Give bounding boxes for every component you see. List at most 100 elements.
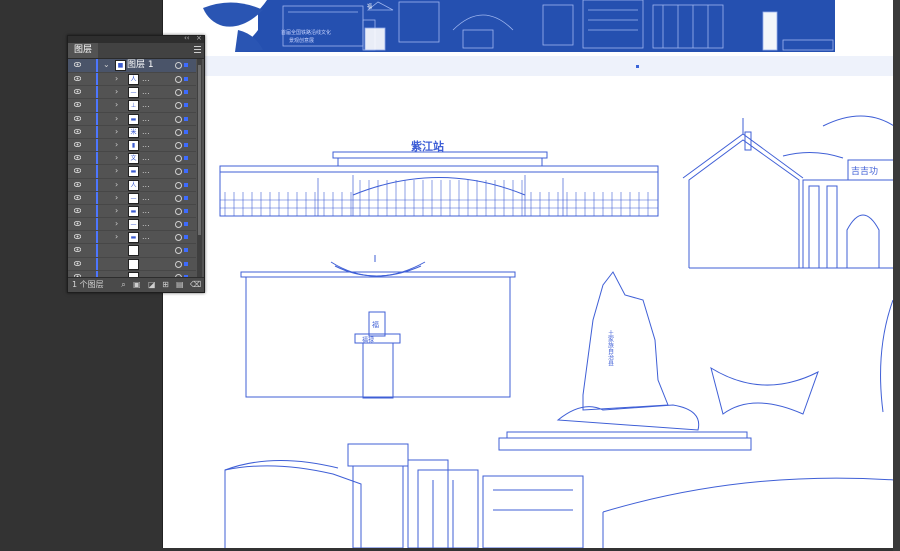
sublayer-row[interactable] — [68, 244, 196, 258]
sublayer-name[interactable]: ... — [142, 113, 150, 125]
sublayer-name[interactable]: ... — [142, 192, 150, 204]
selection-indicator[interactable] — [184, 142, 188, 147]
target-circle-icon[interactable] — [175, 76, 182, 83]
selection-indicator[interactable] — [184, 129, 188, 134]
chevron-right-icon[interactable]: › — [115, 113, 118, 125]
sublayer-row[interactable]: › —... — [68, 86, 196, 100]
selection-indicator[interactable] — [184, 248, 188, 253]
sublayer-row[interactable]: › ⊥... — [68, 99, 196, 113]
sublayer-row[interactable]: › ▮... — [68, 138, 196, 153]
sublayer-row[interactable]: › —... — [68, 218, 196, 232]
delete-icon[interactable]: ⌫ — [190, 281, 201, 289]
sublayer-name[interactable]: ... — [142, 205, 150, 217]
selection-indicator[interactable] — [184, 222, 188, 227]
clipping-mask-icon[interactable]: ◪ — [148, 281, 156, 289]
eye-icon[interactable] — [74, 168, 81, 174]
selection-indicator[interactable] — [184, 169, 188, 174]
eye-icon[interactable] — [74, 62, 81, 67]
selection-indicator[interactable] — [184, 208, 188, 213]
sublayer-row[interactable]: › 米... — [68, 125, 196, 139]
panel-menu-icon[interactable] — [194, 46, 201, 53]
new-layer-icon[interactable]: ▤ — [176, 281, 184, 289]
sublayer-row[interactable]: › ▬... — [68, 204, 196, 219]
selection-indicator[interactable] — [184, 182, 188, 187]
selection-indicator[interactable] — [184, 103, 188, 108]
chevron-down-icon[interactable]: ⌄ — [103, 59, 110, 71]
sublayer-name[interactable]: ... — [142, 99, 150, 111]
selection-indicator[interactable] — [184, 90, 188, 95]
eye-icon[interactable] — [74, 76, 81, 81]
target-circle-icon[interactable] — [175, 155, 182, 163]
eye-icon[interactable] — [74, 115, 81, 121]
chevron-right-icon[interactable]: › — [115, 152, 118, 164]
sublayer-row[interactable]: › ▬... — [68, 231, 196, 245]
scrollbar-thumb[interactable] — [198, 65, 201, 235]
chevron-right-icon[interactable]: › — [115, 231, 118, 243]
eye-icon[interactable] — [74, 207, 81, 213]
sublayer-row[interactable]: › ▬... — [68, 165, 196, 179]
target-circle-icon[interactable] — [175, 194, 182, 202]
selection-indicator[interactable] — [184, 156, 188, 161]
eye-icon[interactable] — [74, 141, 81, 147]
sublayer-name[interactable]: ... — [142, 73, 150, 85]
layer-row-main[interactable]: ⌄ ■ 图层 1 — [68, 59, 196, 73]
target-circle-icon[interactable] — [175, 89, 182, 97]
sublayer-name[interactable]: ... — [142, 218, 150, 230]
export-icon[interactable]: ▣ — [133, 281, 141, 289]
target-circle-icon[interactable] — [175, 115, 182, 123]
sublayer-row[interactable]: › 人... — [68, 73, 196, 87]
artboard[interactable]: 首届全国铁路沿线文化 景观创意展 福 /* placeholder */ 紫江站 — [162, 0, 894, 548]
collapse-panel-button[interactable]: ‹‹ — [184, 34, 190, 42]
chevron-right-icon[interactable]: › — [115, 218, 118, 230]
chevron-right-icon[interactable]: › — [115, 86, 118, 98]
eye-icon[interactable] — [74, 234, 81, 240]
search-icon[interactable]: ⌕ — [120, 281, 127, 289]
eye-icon[interactable] — [74, 221, 81, 227]
target-circle-icon[interactable] — [175, 260, 182, 268]
target-circle-icon[interactable] — [175, 234, 182, 242]
layer-name[interactable]: 图层 1 — [127, 59, 154, 71]
target-circle-icon[interactable] — [175, 247, 182, 255]
selection-indicator[interactable] — [184, 116, 188, 121]
eye-icon[interactable] — [74, 181, 81, 187]
chevron-right-icon[interactable]: › — [115, 192, 118, 204]
eye-icon[interactable] — [74, 89, 81, 95]
layers-scrollbar[interactable] — [197, 59, 202, 279]
sublayer-row[interactable]: › —... — [68, 191, 196, 205]
sublayer-name[interactable]: ... — [142, 152, 150, 164]
selection-indicator[interactable] — [184, 63, 188, 67]
chevron-right-icon[interactable]: › — [115, 179, 118, 191]
sublayer-name[interactable]: ... — [142, 126, 150, 138]
sublayer-name[interactable]: ... — [142, 139, 150, 151]
eye-icon[interactable] — [74, 102, 81, 108]
sublayer-row[interactable] — [68, 257, 196, 271]
tab-layers[interactable]: 图层 — [68, 43, 99, 58]
eye-icon[interactable] — [74, 194, 81, 200]
eye-icon[interactable] — [74, 247, 81, 253]
eye-icon[interactable] — [74, 260, 81, 266]
new-sublayer-icon[interactable]: ⊞ — [162, 281, 169, 289]
selection-indicator[interactable] — [184, 77, 188, 81]
sublayer-name[interactable]: ... — [142, 86, 150, 98]
target-circle-icon[interactable] — [175, 221, 182, 229]
sublayer-name[interactable]: ... — [142, 179, 150, 191]
sublayer-name[interactable]: ... — [142, 231, 150, 243]
chevron-right-icon[interactable]: › — [115, 99, 118, 111]
sublayer-row[interactable]: › ▬... — [68, 112, 196, 126]
target-circle-icon[interactable] — [175, 168, 182, 176]
sublayer-name[interactable]: ... — [142, 165, 150, 177]
layers-panel[interactable]: ‹‹ × 图层 ⌄ ■ 图层 1 › 人... › —... › ⊥... › ▬... › 米.… — [67, 34, 205, 293]
chevron-right-icon[interactable]: › — [115, 126, 118, 138]
target-circle-icon[interactable] — [175, 181, 182, 189]
selection-indicator[interactable] — [184, 261, 188, 266]
close-panel-button[interactable]: × — [196, 34, 202, 42]
eye-icon[interactable] — [74, 155, 81, 161]
target-circle-icon[interactable] — [175, 62, 182, 69]
chevron-right-icon[interactable]: › — [115, 139, 118, 151]
chevron-right-icon[interactable]: › — [115, 73, 118, 85]
chevron-right-icon[interactable]: › — [115, 165, 118, 177]
selection-indicator[interactable] — [184, 235, 188, 240]
sublayer-row[interactable]: › 文... — [68, 152, 196, 166]
sublayer-row[interactable]: › 人... — [68, 178, 196, 192]
target-circle-icon[interactable] — [175, 128, 182, 136]
